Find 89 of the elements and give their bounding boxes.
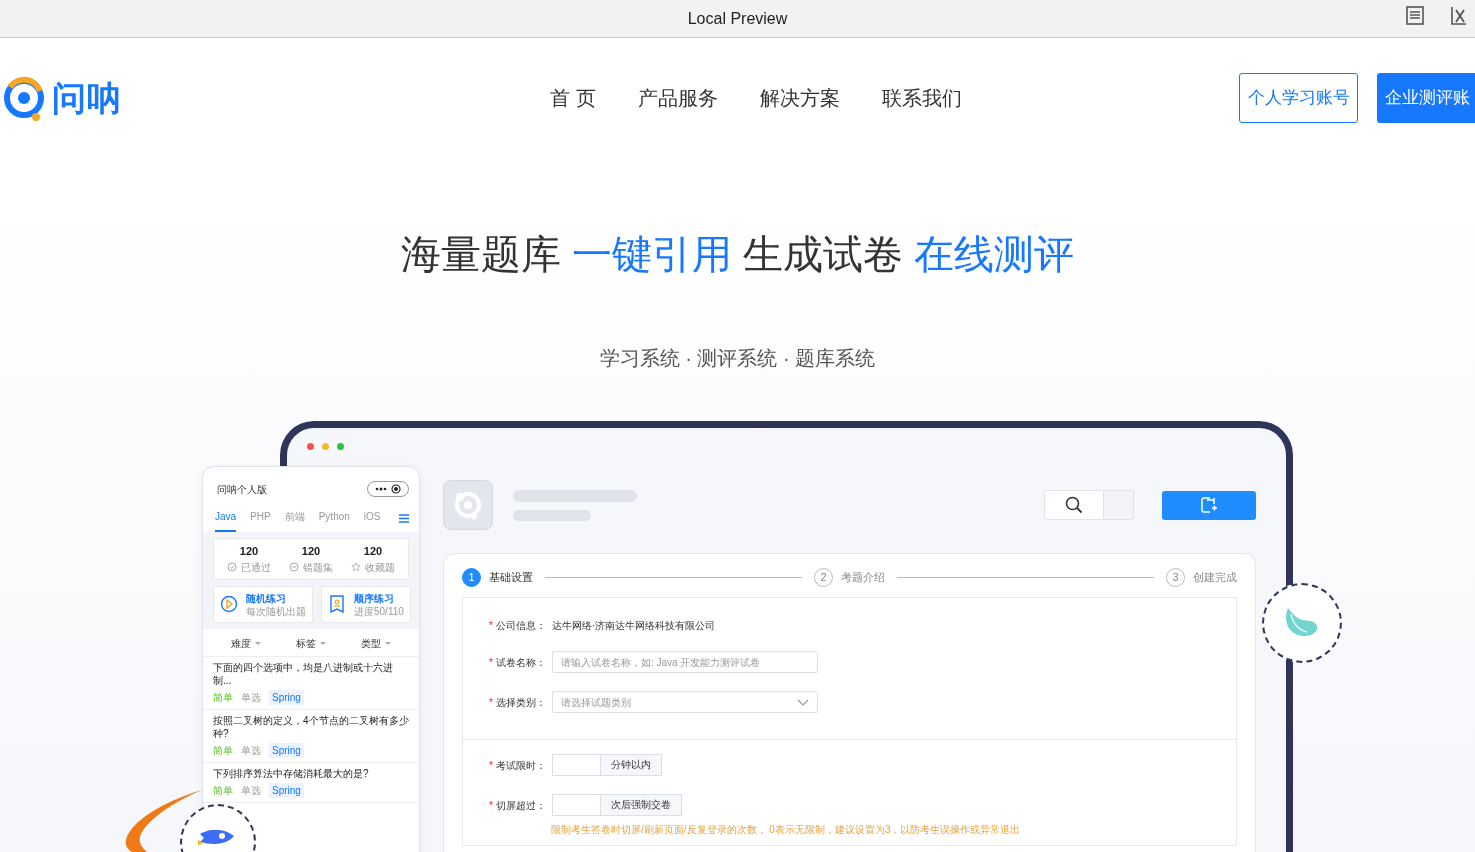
select-field[interactable]: 请选择试题类别 <box>551 691 818 713</box>
target-icon <box>391 484 401 494</box>
play-icon <box>220 595 238 613</box>
type-label: 单选 <box>241 743 261 758</box>
stat-label: 已通过 <box>241 560 271 575</box>
input-field[interactable] <box>551 794 600 816</box>
practice-card[interactable]: 随机练习 每次随机出题 <box>213 585 313 623</box>
window-dot <box>337 443 344 450</box>
question-text: 下面的四个选项中，均是八进制或十六进制... <box>213 660 394 687</box>
window-dot <box>322 443 329 450</box>
menu-capsule[interactable] <box>367 481 409 497</box>
practice-card[interactable]: 顺序练习 进度50/110 <box>321 585 411 623</box>
difficulty-label: 简单 <box>213 783 233 798</box>
question-text: 按照二叉树的定义，4个节点的二叉树有多少种? <box>213 713 409 740</box>
close-icon[interactable] <box>1449 5 1469 26</box>
caret-icon <box>385 641 392 645</box>
filter-button[interactable]: 类型 <box>361 635 392 651</box>
addon-label: 分钟以内 <box>599 754 662 776</box>
step-number: 2 <box>814 568 833 587</box>
stat-label: 错题集 <box>303 560 333 575</box>
step-number: 3 <box>1166 568 1185 587</box>
difficulty-label: 简单 <box>213 743 233 758</box>
chevron-down-icon <box>796 698 809 706</box>
caret-icon <box>254 641 261 645</box>
step-label: 基础设置 <box>489 570 533 586</box>
stat-value: 120 <box>239 544 259 559</box>
stat-value: 120 <box>363 544 383 559</box>
step-number: 1 <box>462 568 481 587</box>
tab[interactable]: PHP <box>250 505 271 532</box>
minus-circle-icon <box>289 562 299 572</box>
nav-link[interactable]: 联系我们 <box>881 83 962 113</box>
practice-title: 顺序练习 <box>354 591 395 606</box>
star-icon <box>351 562 361 572</box>
tag-label: Spring <box>269 689 304 705</box>
filter-button[interactable]: 难度 <box>230 635 261 651</box>
required-mark: * <box>489 655 493 670</box>
question-text: 下列排序算法中存储消耗最大的是? <box>213 766 370 780</box>
logo-text: 问呐 <box>52 77 122 119</box>
practice-subtitle: 每次随机出题 <box>246 605 306 618</box>
field-label: 试卷名称： <box>495 655 546 670</box>
window-title: Local Preview <box>687 8 788 29</box>
hint-text: 限制考生答卷时切屏/刷新页面/反复登录的次数， 0表示无限制，建议设置为3，以防考生误操作或异常退出 <box>551 823 1022 837</box>
field-value: 达牛网络·济南达牛网络科技有限公司 <box>551 619 716 633</box>
check-circle-icon <box>227 562 237 572</box>
practice-title: 随机练习 <box>246 591 287 606</box>
add-note-icon <box>1200 496 1218 514</box>
required-mark: * <box>489 758 493 773</box>
input-field[interactable]: 请输入试卷名称，如: Java 开发能力测评试卷 <box>551 651 818 673</box>
nav-link[interactable]: 产品服务 <box>637 83 718 113</box>
stat-label: 收藏题 <box>365 560 395 575</box>
tag-label: Spring <box>269 742 304 758</box>
tab[interactable]: iOS <box>363 505 381 532</box>
field-label: 公司信息： <box>495 619 546 633</box>
app-logo-icon <box>452 489 484 521</box>
stat-value: 120 <box>301 544 321 559</box>
account-button[interactable]: 个人学习账号 <box>1239 73 1358 123</box>
difficulty-label: 简单 <box>213 690 233 705</box>
field-label: 考试限时： <box>495 758 546 773</box>
menu-icon[interactable] <box>399 514 409 523</box>
add-button[interactable] <box>1162 490 1256 520</box>
type-label: 单选 <box>241 690 261 705</box>
filter-button[interactable]: 标签 <box>296 635 326 651</box>
hero-subtitle: 学习系统 · 测评系统 · 题库系统 <box>598 346 877 370</box>
required-mark: * <box>489 798 493 813</box>
nav-link[interactable]: 首 页 <box>550 83 596 113</box>
hero-title: 海量题库 一键引用 生成试卷 在线测评 <box>399 231 1076 278</box>
required-mark: * <box>489 619 493 633</box>
type-label: 单选 <box>241 783 261 798</box>
step-label: 考题介绍 <box>841 570 885 586</box>
more-icon <box>375 486 387 492</box>
account-button[interactable]: 企业测评账 <box>1377 73 1475 123</box>
tag-label: Spring <box>269 782 304 798</box>
input-field[interactable] <box>551 754 600 776</box>
required-mark: * <box>489 695 493 710</box>
app-title: 问呐个人版 <box>217 482 267 497</box>
window-dot <box>307 443 314 450</box>
tab[interactable]: 前端 <box>284 505 305 532</box>
caret-icon <box>320 641 326 645</box>
search-icon <box>1065 496 1083 514</box>
field-label: 切屏超过： <box>495 798 546 813</box>
tab[interactable]: Python <box>318 505 350 532</box>
field-label: 选择类别： <box>495 695 546 710</box>
practice-subtitle: 进度50/110 <box>354 605 404 618</box>
step-label: 创建完成 <box>1193 570 1237 586</box>
nav-link[interactable]: 解决方案 <box>759 83 840 113</box>
bookmark-icon <box>328 595 346 613</box>
reader-icon[interactable] <box>1405 5 1425 26</box>
addon-label: 次后强制交卷 <box>599 794 682 816</box>
search-button[interactable] <box>1044 490 1104 520</box>
